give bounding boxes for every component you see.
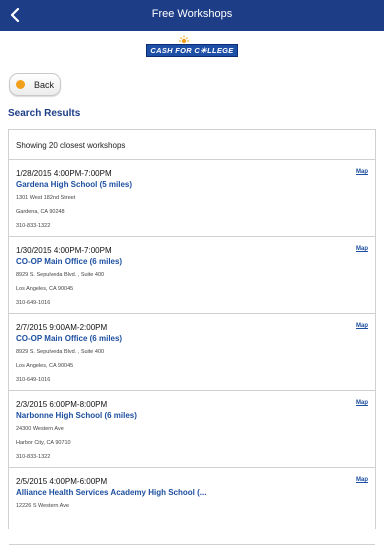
workshop-phone: 310-649-1016 xyxy=(16,377,51,383)
workshop-street: 24300 Western Ave xyxy=(16,426,64,432)
map-link[interactable]: Map xyxy=(356,323,368,329)
workshop-datetime: 1/28/2015 4:00PM-7:00PM xyxy=(16,169,112,178)
workshop-city: Harbor City, CA 90710 xyxy=(16,440,71,446)
map-link[interactable]: Map xyxy=(356,246,368,252)
workshop-datetime: 1/30/2015 4:00PM-7:00PM xyxy=(16,246,112,255)
workshop-street: 12226 S Western Ave xyxy=(16,503,69,509)
map-link[interactable]: Map xyxy=(356,169,368,175)
workshop-street: 8929 S. Sepulveda Blvd. , Suite 400 xyxy=(16,349,105,355)
workshop-city: Los Angeles, CA 90045 xyxy=(16,363,74,369)
workshop-name[interactable]: CO-OP Main Office (6 miles) xyxy=(16,333,375,344)
workshop-name[interactable]: CO-OP Main Office (6 miles) xyxy=(16,256,375,267)
dot-icon xyxy=(16,80,25,89)
logo-text: CASH FOR C☀LLEGE xyxy=(146,44,238,57)
back-button-label: Back xyxy=(34,79,55,90)
workshop-name[interactable]: Gardena High School (5 miles) xyxy=(16,179,375,190)
workshop-datetime: 2/3/2015 6:00PM-8:00PM xyxy=(16,400,108,409)
workshop-city: Gardena, CA 90248 xyxy=(16,209,65,215)
navbar: Free Workshops xyxy=(0,0,384,31)
workshop-phone: 310-833-1322 xyxy=(16,454,51,460)
section-title: Search Results xyxy=(8,108,81,119)
list-item[interactable]: 1/30/2015 4:00PM-7:00PM CO-OP Main Offic… xyxy=(9,237,375,314)
list-item[interactable]: 2/7/2015 9:00AM-2:00PM CO-OP Main Office… xyxy=(9,314,375,391)
results-list: Showing 20 closest workshops 1/28/2015 4… xyxy=(8,129,376,545)
workshop-street: 8929 S. Sepulveda Blvd. , Suite 400 xyxy=(16,272,105,278)
workshop-phone: 310-649-1016 xyxy=(16,300,51,306)
list-item[interactable]: 2/5/2015 4:00PM-6:00PM Alliance Health S… xyxy=(9,468,375,545)
workshop-datetime: 2/5/2015 4:00PM-6:00PM xyxy=(16,477,108,486)
workshop-phone: 310-833-1322 xyxy=(16,223,51,229)
workshop-datetime: 2/7/2015 9:00AM-2:00PM xyxy=(16,323,108,332)
map-link[interactable]: Map xyxy=(356,400,368,406)
cash-for-college-logo: CASH FOR C☀LLEGE xyxy=(146,33,238,57)
results-count: Showing 20 closest workshops xyxy=(9,130,375,160)
workshop-city: Los Angeles, CA 90045 xyxy=(16,286,74,292)
map-link[interactable]: Map xyxy=(356,477,368,483)
page-title: Free Workshops xyxy=(151,8,233,20)
list-item[interactable]: 2/3/2015 6:00PM-8:00PM Narbonne High Sch… xyxy=(9,391,375,468)
list-item[interactable]: 1/28/2015 4:00PM-7:00PM Gardena High Sch… xyxy=(9,160,375,237)
workshop-name[interactable]: Alliance Health Services Academy High Sc… xyxy=(16,487,375,498)
back-button[interactable]: Back xyxy=(9,73,61,96)
workshop-name[interactable]: Narbonne High School (6 miles) xyxy=(16,410,375,421)
workshop-street: 1301 West 182nd Street xyxy=(16,195,76,201)
sun-icon xyxy=(178,33,190,44)
